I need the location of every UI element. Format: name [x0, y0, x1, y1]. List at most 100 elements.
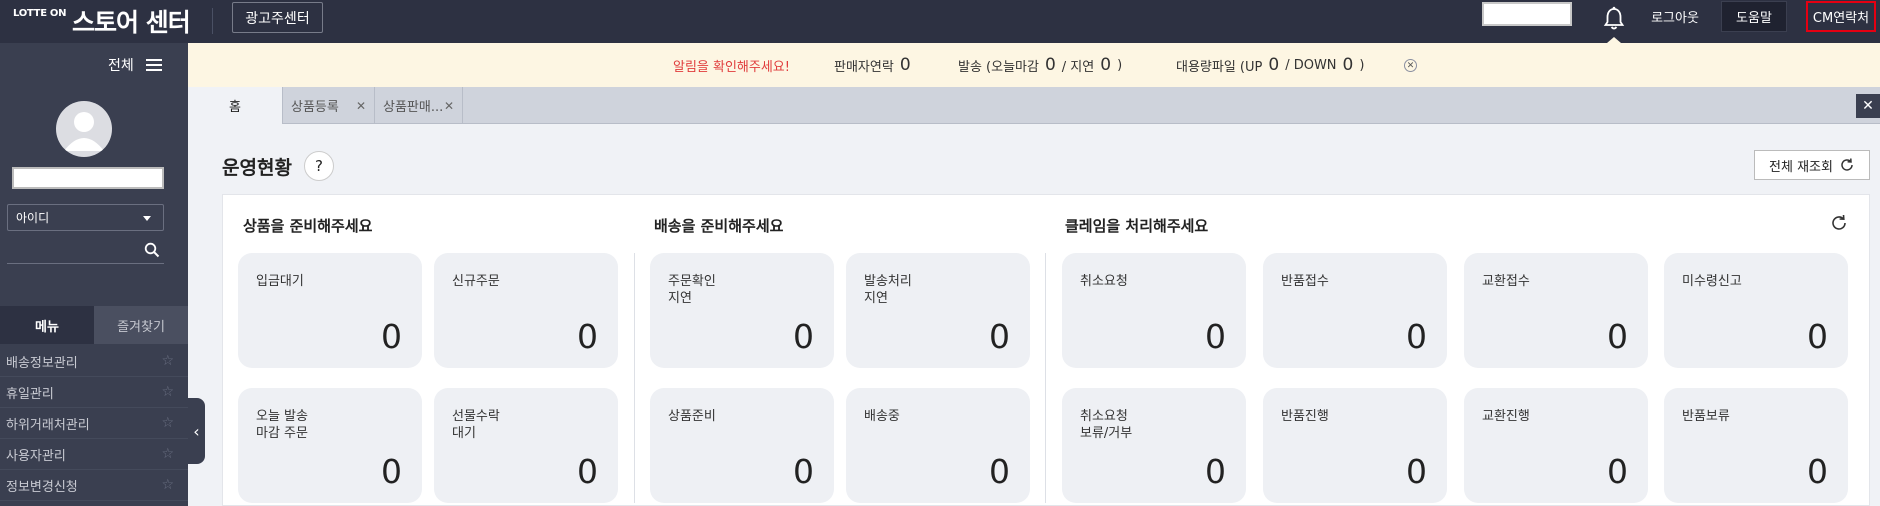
star-icon[interactable]: ☆ — [161, 353, 174, 369]
star-icon[interactable]: ☆ — [161, 415, 174, 431]
star-icon[interactable]: ☆ — [161, 446, 174, 462]
status-card-dispatch-delay[interactable]: 발송처리 지연 0 — [846, 253, 1030, 368]
sidebar-item-users[interactable]: 사용자관리 ☆ — [0, 439, 188, 470]
tab-label: 상품등록 — [291, 100, 339, 115]
card-label: 오늘 발송 마감 주문 — [256, 409, 308, 441]
seller-contact-notice[interactable]: 판매자연락 0 — [834, 55, 911, 75]
shipping-close-paren: ) — [1117, 57, 1123, 73]
bulk-file-notice[interactable]: 대용량파일 (UP 0 / DOWN 0 ) — [1176, 55, 1364, 75]
tab-product-sales[interactable]: 상품판매... ✕ — [375, 87, 463, 124]
header-divider — [212, 8, 213, 34]
sidebar-item-label: 휴일관리 — [6, 386, 54, 402]
tab-favorites[interactable]: 즐겨찾기 — [94, 306, 188, 344]
store-center-title[interactable]: 스토어 센터 — [72, 3, 191, 39]
status-card-cancel-hold-reject[interactable]: 취소요청 보류/거부 0 — [1062, 388, 1246, 503]
status-card-return-received[interactable]: 반품접수 0 — [1263, 253, 1447, 368]
status-card-not-received-report[interactable]: 미수령신고 0 — [1664, 253, 1848, 368]
seller-name-box — [1482, 2, 1572, 26]
card-count: 0 — [381, 452, 402, 491]
status-card-awaiting-payment[interactable]: 입금대기 0 — [238, 253, 422, 368]
sidebar-collapse-handle[interactable]: ‹ — [188, 398, 205, 464]
star-icon[interactable]: ☆ — [161, 477, 174, 493]
all-menu-toggle[interactable]: 전체 — [108, 55, 162, 75]
user-name-box — [12, 167, 164, 189]
card-label: 배송중 — [864, 409, 900, 424]
search-icon[interactable] — [144, 242, 160, 258]
group-title-products: 상품을 준비해주세요 — [243, 217, 373, 235]
bell-icon[interactable] — [1603, 6, 1625, 32]
card-label: 취소요청 — [1080, 274, 1128, 289]
card-count: 0 — [1406, 317, 1427, 356]
seller-contact-count: 0 — [899, 55, 911, 75]
sidebar-item-sub-vendors[interactable]: 하위거래처관리 ☆ — [0, 408, 188, 439]
tab-label: 상품판매... — [383, 100, 444, 115]
sidebar-item-label: 하위거래처관리 — [6, 417, 90, 433]
close-icon[interactable]: ✕ — [1404, 59, 1417, 72]
card-label: 발송처리 지연 — [864, 274, 912, 306]
card-count: 0 — [577, 317, 598, 356]
close-icon[interactable]: ✕ — [444, 99, 454, 113]
group-divider — [1045, 253, 1046, 503]
card-label: 교환접수 — [1482, 274, 1530, 289]
card-label: 신규주문 — [452, 274, 500, 289]
status-card-return-in-progress[interactable]: 반품진행 0 — [1263, 388, 1447, 503]
card-count: 0 — [1807, 452, 1828, 491]
card-label: 미수령신고 — [1682, 274, 1742, 289]
seller-contact-label: 판매자연락 — [834, 59, 894, 75]
help-button[interactable]: 도움말 — [1721, 1, 1787, 32]
shipping-notice[interactable]: 발송 (오늘마감 0 / 지연 0 ) — [958, 55, 1122, 75]
card-count: 0 — [1807, 317, 1828, 356]
menu-search-input[interactable] — [7, 239, 164, 264]
user-avatar-icon — [56, 101, 112, 157]
refresh-all-button[interactable]: 전체 재조회 — [1754, 150, 1870, 180]
shipping-delay-label: / 지연 — [1061, 59, 1095, 75]
tab-product-registration[interactable]: 상품등록 ✕ — [283, 87, 375, 124]
card-label: 반품진행 — [1281, 409, 1329, 424]
group-divider — [634, 253, 635, 503]
lotte-on-logo[interactable]: LOTTE ON — [13, 8, 66, 19]
bulk-close-paren: ) — [1359, 57, 1365, 73]
card-count: 0 — [793, 452, 814, 491]
tab-menu[interactable]: 메뉴 — [0, 306, 94, 344]
sidebar-item-info-change[interactable]: 정보변경신청 ☆ — [0, 470, 188, 501]
cm-contact-button[interactable]: CM연락처 — [1806, 1, 1876, 32]
card-count: 0 — [1607, 317, 1628, 356]
help-icon[interactable]: ? — [304, 151, 334, 181]
card-count: 0 — [989, 317, 1010, 356]
star-icon[interactable]: ☆ — [161, 384, 174, 400]
status-card-in-transit[interactable]: 배송중 0 — [846, 388, 1030, 503]
shipping-label: 발송 (오늘마감 — [958, 59, 1039, 75]
tab-home[interactable]: 홈 — [188, 87, 283, 124]
logout-button[interactable]: 로그아웃 — [1640, 1, 1710, 32]
card-label: 입금대기 — [256, 274, 304, 289]
status-card-today-deadline[interactable]: 오늘 발송 마감 주문 0 — [238, 388, 422, 503]
status-panel: 상품을 준비해주세요 배송을 준비해주세요 클레임을 처리해주세요 입금대기 0… — [222, 194, 1870, 506]
shipping-delay-count: 0 — [1100, 55, 1112, 75]
status-card-exchange-received[interactable]: 교환접수 0 — [1464, 253, 1648, 368]
refresh-icon[interactable] — [1829, 213, 1849, 233]
group-title-shipping: 배송을 준비해주세요 — [654, 217, 784, 235]
status-card-gift-acceptance[interactable]: 선물수락 대기 0 — [434, 388, 618, 503]
bulk-down-count: 0 — [1342, 55, 1354, 75]
search-type-select[interactable]: 아이디 — [7, 204, 164, 231]
page-tabs: 홈 상품등록 ✕ 상품판매... ✕ ✕ — [188, 87, 1880, 124]
tab-label: 홈 — [229, 100, 241, 115]
status-card-order-confirm-delay[interactable]: 주문확인 지연 0 — [650, 253, 834, 368]
status-card-return-hold[interactable]: 반품보류 0 — [1664, 388, 1848, 503]
refresh-all-label: 전체 재조회 — [1769, 159, 1833, 175]
sidebar-item-shipping-info[interactable]: 배송정보관리 ☆ — [0, 346, 188, 377]
ad-center-button[interactable]: 광고주센터 — [232, 2, 323, 33]
all-menu-label: 전체 — [108, 58, 134, 74]
close-all-tabs-icon[interactable]: ✕ — [1856, 94, 1880, 118]
card-count: 0 — [989, 452, 1010, 491]
status-card-exchange-in-progress[interactable]: 교환진행 0 — [1464, 388, 1648, 503]
shipping-today-count: 0 — [1044, 55, 1056, 75]
sidebar-item-label: 사용자관리 — [6, 448, 66, 464]
status-card-new-orders[interactable]: 신규주문 0 — [434, 253, 618, 368]
status-card-preparing[interactable]: 상품준비 0 — [650, 388, 834, 503]
page-title: 운영현황 — [222, 157, 292, 179]
status-card-cancel-request[interactable]: 취소요청 0 — [1062, 253, 1246, 368]
sidebar-item-holidays[interactable]: 휴일관리 ☆ — [0, 377, 188, 408]
close-icon[interactable]: ✕ — [356, 99, 366, 113]
card-count: 0 — [381, 317, 402, 356]
